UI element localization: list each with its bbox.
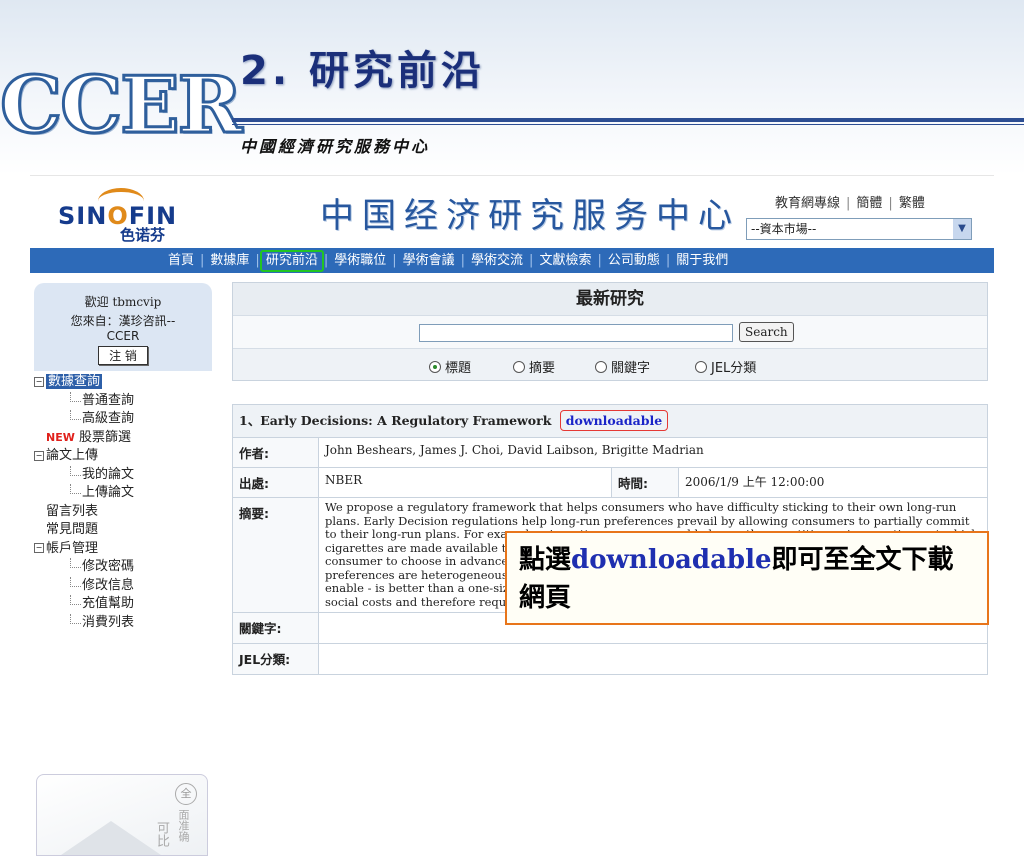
search-panel-title: 最新研究: [233, 283, 987, 316]
search-input[interactable]: [419, 324, 733, 342]
ad-vertical-text: 面准确: [177, 809, 190, 842]
time-value: 2006/1/9 上午 12:00:00: [685, 475, 825, 489]
tree-recharge-help[interactable]: 充值幫助: [34, 595, 134, 614]
tree-stock-screen[interactable]: NEW 股票篩選: [34, 429, 134, 448]
radio-empty-icon: [595, 361, 607, 373]
search-panel: 最新研究 Search 標題 摘要 關鍵字 JEL分類: [232, 282, 988, 381]
nav-home[interactable]: 首頁: [162, 250, 200, 272]
result-title-row: 1、Early Decisions: A Regulatory Framewor…: [233, 405, 987, 438]
callout-keyword: downloadable: [571, 545, 772, 575]
search-button[interactable]: Search: [739, 322, 794, 342]
tree-my-papers[interactable]: 我的論文: [34, 465, 134, 485]
tree-data-query[interactable]: − 數據查詢: [34, 373, 134, 392]
nav-academic-jobs[interactable]: 學術職位: [328, 250, 392, 272]
time-label: 時間:: [611, 468, 679, 497]
result-title[interactable]: 1、Early Decisions: A Regulatory Framewor…: [239, 413, 551, 428]
author-value: John Beshears, James J. Choi, David Laib…: [325, 443, 704, 457]
nav-exchange[interactable]: 學術交流: [465, 250, 529, 272]
sinofin-logo[interactable]: SINOFIN 色诺芬: [58, 188, 228, 244]
tree-faq[interactable]: 常見問題: [34, 521, 134, 540]
slide-title: 2. 研究前沿: [240, 48, 485, 94]
chevron-down-icon[interactable]: ▼: [953, 219, 971, 239]
ad-circle-icon: 全: [175, 783, 197, 805]
sidebar-tree: − 數據查詢 普通查詢 高級查詢 NEW 股票篩選 − 論文上傳 我的論文 上傳論文…: [34, 373, 134, 632]
collapse-icon[interactable]: −: [34, 450, 44, 461]
title-divider-thin: [232, 124, 1024, 125]
keywords-label: 關鍵字:: [233, 613, 319, 643]
nav-conferences[interactable]: 學術會議: [397, 250, 461, 272]
source-label: 出處:: [233, 468, 319, 497]
tree-spending-list[interactable]: 消費列表: [34, 613, 134, 633]
main-nav: 首頁 | 數據庫 | 研究前沿 | 學術職位 | 學術會議 | 學術交流 | 文獻檢索 | 公…: [30, 248, 994, 273]
tree-change-password[interactable]: 修改密碼: [34, 558, 134, 577]
annotation-callout: 點選downloadable即可至全文下載網頁: [505, 531, 989, 625]
nav-research-frontier[interactable]: 研究前沿: [259, 249, 324, 272]
top-links: 教育網專線 | 簡體 | 繁體: [775, 196, 925, 211]
tree-advanced-query[interactable]: 高級查詢: [34, 410, 134, 429]
tree-normal-query[interactable]: 普通查詢: [34, 391, 134, 411]
tree-upload-paper[interactable]: 上傳論文: [34, 484, 134, 503]
ccer-logo: CCER: [0, 59, 244, 153]
abstract-label: 摘要:: [233, 498, 319, 612]
sidebar-ad-banner[interactable]: 全 面准确 可比: [36, 774, 208, 856]
collapse-icon[interactable]: −: [34, 543, 44, 553]
nav-company-news[interactable]: 公司動態: [602, 250, 666, 272]
tree-account[interactable]: − 帳戶管理: [34, 540, 134, 559]
collapse-icon[interactable]: −: [34, 376, 44, 387]
market-select-value: --資本市場--: [751, 222, 817, 236]
source-value: NBER: [325, 473, 363, 487]
tree-guestbook[interactable]: 留言列表: [34, 503, 134, 522]
title-divider: [232, 118, 1024, 122]
tree-change-info[interactable]: 修改信息: [34, 576, 134, 596]
nav-about-us[interactable]: 關于我們: [670, 250, 734, 272]
result-jel-row: JEL分類:: [233, 644, 987, 674]
result-source-row: 出處: NBER 時間: 2006/1/9 上午 12:00:00: [233, 468, 987, 498]
logout-button[interactable]: 注 销: [98, 346, 148, 365]
link-traditional[interactable]: 繁體: [899, 196, 925, 211]
nav-database[interactable]: 數據庫: [204, 250, 255, 272]
radio-selected-icon: [429, 361, 441, 373]
result-author-row: 作者: John Beshears, James J. Choi, David …: [233, 438, 987, 468]
from-text: 您來自：漢珍咨訊-- CCER: [70, 314, 176, 343]
slide-subtitle: 中國經濟研究服務中心: [240, 137, 431, 156]
logo-chinese: 色诺芬: [120, 226, 166, 244]
radio-empty-icon: [513, 361, 525, 373]
welcome-panel: 歡迎 tbmcvip 您來自：漢珍咨訊-- CCER 注 销: [34, 283, 212, 371]
link-simplified[interactable]: 簡體: [856, 196, 882, 211]
radio-empty-icon: [695, 361, 707, 373]
tree-paper-upload[interactable]: − 論文上傳: [34, 447, 134, 466]
radio-keyword[interactable]: 關鍵字: [595, 357, 650, 376]
radio-abstract[interactable]: 摘要: [513, 357, 555, 376]
radio-title[interactable]: 標題: [429, 357, 471, 376]
ad-triangle-graphic: [61, 821, 161, 855]
downloadable-link[interactable]: downloadable: [559, 410, 669, 431]
sidebar: 歡迎 tbmcvip 您來自：漢珍咨訊-- CCER 注 销 − 數據查詢 普通查詢…: [30, 280, 214, 856]
link-edu-line[interactable]: 教育網專線: [775, 196, 840, 211]
welcome-text: 歡迎 tbmcvip: [84, 295, 162, 309]
nav-literature-search[interactable]: 文獻檢索: [533, 250, 597, 272]
market-select[interactable]: --資本市場-- ▼: [746, 218, 972, 240]
jel-value: [319, 644, 987, 674]
site-name: 中国经济研究服务中心: [320, 196, 740, 236]
jel-label: JEL分類:: [233, 644, 319, 674]
new-badge: NEW: [46, 430, 75, 444]
web-page-screenshot: SINOFIN 色诺芬 中国经济研究服务中心 教育網專線 | 簡體 | 繁體 --資本市…: [30, 175, 994, 856]
radio-jel[interactable]: JEL分類: [695, 357, 756, 376]
author-label: 作者:: [233, 438, 319, 467]
